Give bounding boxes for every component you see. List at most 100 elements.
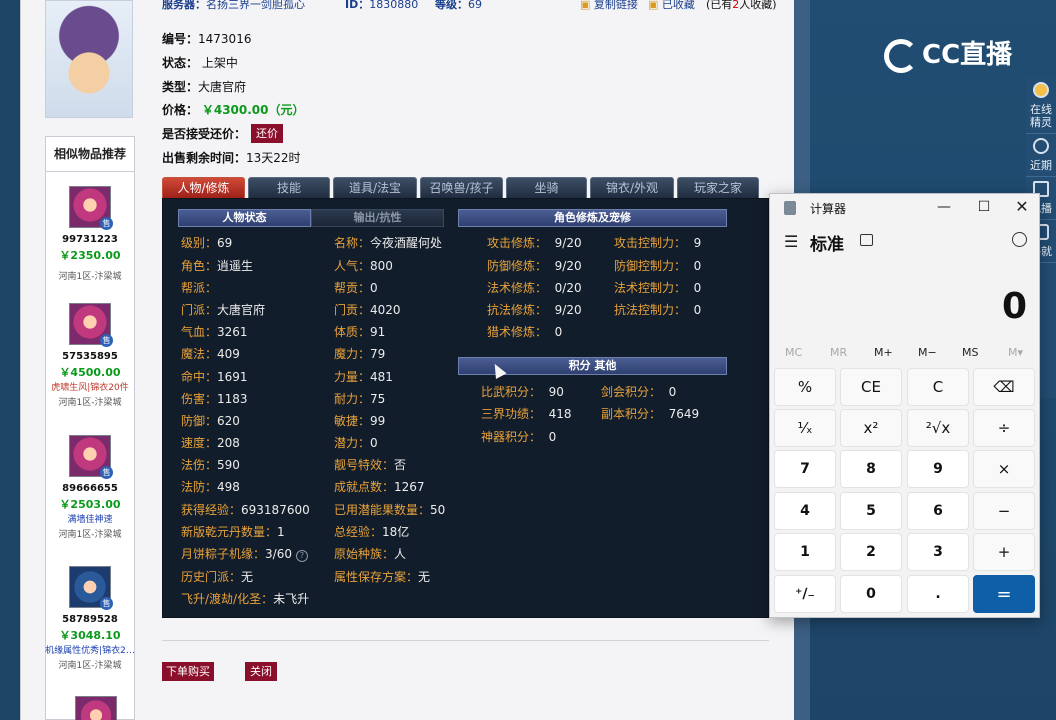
avatar-icon <box>1033 82 1049 98</box>
digit-3-button[interactable]: 3 <box>907 533 969 571</box>
similar-item[interactable]: 售 57535895 ￥4500.00 虎啸生风|锦衣20件 河南1区-汴梁城 <box>45 303 135 408</box>
similar-item[interactable]: 售 99731223 ￥2350.00 河南1区-汴梁城 <box>45 186 135 282</box>
add-button[interactable]: + <box>973 533 1035 571</box>
serial-row: 编号：1473016 <box>162 32 252 46</box>
memory-clear-button[interactable]: MC <box>785 346 802 359</box>
minimize-icon[interactable]: — <box>930 196 958 220</box>
tab-player-home[interactable]: 玩家之家 <box>677 177 759 199</box>
stat-speed: 速度：208 <box>181 436 240 450</box>
stat-school-contribution: 门贡：4020 <box>334 303 401 317</box>
memory-store-button[interactable]: MS <box>962 346 978 359</box>
section-cultivation: 角色修炼及宠修 <box>458 209 727 227</box>
server-info: 服务器：名扬三界一剑胆孤心 <box>162 0 305 11</box>
tool-online-sprite[interactable]: 在线精灵 <box>1026 78 1056 134</box>
tab-skills[interactable]: 技能 <box>248 177 330 199</box>
memory-subtract-button[interactable]: M− <box>918 346 937 359</box>
stat-guild-contribution: 帮贡：0 <box>334 281 378 295</box>
stat-experience: 获得经验：693187600 <box>181 503 310 517</box>
similar-item-tags[interactable]: 满墙佳神速 <box>45 512 135 525</box>
calculator-window: 计算器 — ☐ ✕ ☰ 标准 0 MC MR M+ M− MS M▾ % CE … <box>769 193 1040 618</box>
square-button[interactable]: x² <box>840 409 902 447</box>
stat-potential: 潜力：0 <box>334 436 378 450</box>
reciprocal-button[interactable]: ¹⁄ₓ <box>774 409 836 447</box>
similar-item-server: 河南1区-汴梁城 <box>58 272 122 282</box>
digit-6-button[interactable]: 6 <box>907 492 969 530</box>
ctrl-magic: 法术控制力： 0 <box>614 281 702 295</box>
similar-item-price: ￥4500.00 <box>59 366 121 379</box>
help-icon[interactable]: ? <box>295 550 308 562</box>
points-merit: 三界功绩： 418 <box>481 407 572 421</box>
for-sale-badge: 售 <box>100 597 113 610</box>
similar-item-tags[interactable]: 机缘属性优秀|锦衣2… <box>45 643 135 656</box>
similar-item-tags[interactable]: 虎啸生风|锦衣20件 <box>45 380 135 393</box>
digit-0-button[interactable]: 0 <box>840 575 902 613</box>
similar-item[interactable]: 售 58789528 ￥3048.10 机缘属性优秀|锦衣2… 河南1区-汴梁城 <box>45 566 135 671</box>
character-thumbnail-icon[interactable] <box>75 696 117 720</box>
maximize-icon[interactable]: ☐ <box>970 196 998 220</box>
close-icon[interactable]: ✕ <box>1008 196 1036 220</box>
counter-offer-row: 是否接受还价： <box>162 127 247 141</box>
square-root-button[interactable]: ²√x <box>907 409 969 447</box>
memory-recall-button[interactable]: MR <box>830 346 847 359</box>
clock-icon <box>1033 138 1049 154</box>
ctrl-attack: 攻击控制力： 9 <box>614 236 702 250</box>
stat-hit: 命中：1691 <box>181 370 248 384</box>
tab-outfits[interactable]: 锦衣/外观 <box>590 177 674 199</box>
divider <box>162 640 769 641</box>
counter-offer-button[interactable]: 还价 <box>251 124 283 143</box>
keep-on-top-icon[interactable] <box>860 234 873 246</box>
section-char-status[interactable]: 人物状态 <box>178 209 311 227</box>
stat-role: 角色：逍遥生 <box>181 259 254 273</box>
tab-character[interactable]: 人物/修炼 <box>162 177 245 199</box>
history-icon[interactable] <box>1012 232 1027 247</box>
points-sword: 剑会积分： 0 <box>601 385 677 399</box>
stat-damage: 伤害：1183 <box>181 392 248 406</box>
buy-button[interactable]: 下单购买 <box>162 662 214 681</box>
tab-mounts[interactable]: 坐骑 <box>506 177 587 199</box>
cult-resist: 抗法修炼： 9/20 <box>487 303 582 317</box>
stat-popularity: 人气：800 <box>334 259 393 273</box>
digit-2-button[interactable]: 2 <box>840 533 902 571</box>
favorite-link[interactable]: ▣ 已收藏 <box>648 0 695 11</box>
price-row: 价格： ￥4300.00（元） <box>162 103 305 117</box>
cc-logo-icon <box>884 38 918 73</box>
clear-entry-button[interactable]: CE <box>840 368 902 406</box>
section-output-resist[interactable]: 输出/抗性 <box>311 209 444 227</box>
subtract-button[interactable]: − <box>973 492 1035 530</box>
tab-pets[interactable]: 召唤兽/孩子 <box>420 177 503 199</box>
negate-button[interactable]: ⁺∕₋ <box>774 575 836 613</box>
copy-link[interactable]: ▣ 复制链接 <box>580 0 638 11</box>
for-sale-badge: 售 <box>100 334 113 347</box>
digit-7-button[interactable]: 7 <box>774 450 836 488</box>
percent-button[interactable]: % <box>774 368 836 406</box>
window-title: 计算器 <box>810 202 847 216</box>
tool-recent[interactable]: 近期 <box>1026 134 1056 177</box>
stat-name: 名称：今夜酒醒何处 <box>334 236 443 250</box>
clear-button[interactable]: C <box>907 368 969 406</box>
stat-total-experience: 总经验：18亿 <box>334 525 410 539</box>
tab-items[interactable]: 道具/法宝 <box>333 177 417 199</box>
equals-button[interactable]: = <box>973 575 1035 613</box>
stat-special-id: 靓号特效：否 <box>334 458 407 472</box>
memory-list-button[interactable]: M▾ <box>1008 346 1023 359</box>
hamburger-menu-icon[interactable]: ☰ <box>784 232 798 251</box>
digit-4-button[interactable]: 4 <box>774 492 836 530</box>
digit-8-button[interactable]: 8 <box>840 450 902 488</box>
backspace-button[interactable]: ⌫ <box>973 368 1035 406</box>
similar-item-id: 57535895 <box>62 351 118 362</box>
close-button[interactable]: 关闭 <box>245 662 277 681</box>
stat-school: 门派：大唐官府 <box>181 303 266 317</box>
memory-add-button[interactable]: M+ <box>874 346 893 359</box>
stat-endurance: 耐力：75 <box>334 392 386 406</box>
multiply-button[interactable]: × <box>973 450 1035 488</box>
similar-items-title: 相似物品推荐 <box>45 136 135 172</box>
stat-level: 级别：69 <box>181 236 233 250</box>
for-sale-badge: 售 <box>100 217 113 230</box>
stat-magic-damage: 法伤：590 <box>181 458 240 472</box>
divide-button[interactable]: ÷ <box>973 409 1035 447</box>
digit-1-button[interactable]: 1 <box>774 533 836 571</box>
decimal-button[interactable]: . <box>907 575 969 613</box>
digit-9-button[interactable]: 9 <box>907 450 969 488</box>
digit-5-button[interactable]: 5 <box>840 492 902 530</box>
similar-item[interactable]: 售 89666655 ￥2503.00 满墙佳神速 河南1区-汴梁城 <box>45 435 135 540</box>
